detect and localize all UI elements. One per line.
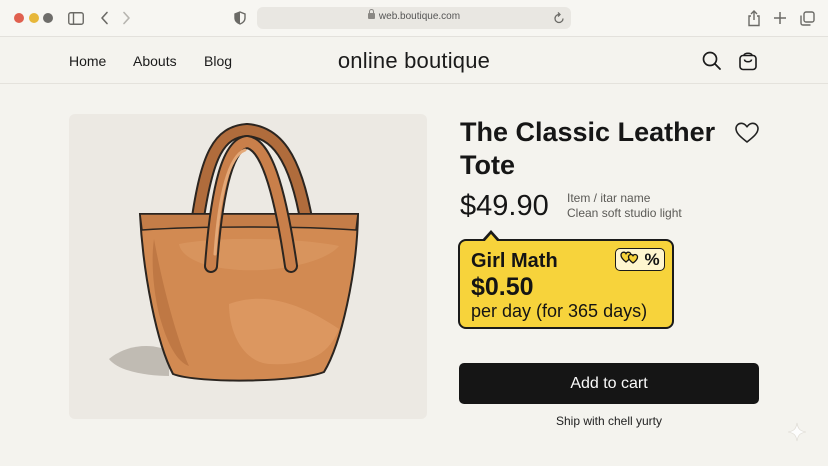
reload-icon[interactable] [553, 11, 565, 25]
search-icon[interactable] [701, 50, 723, 72]
lock-icon [367, 9, 375, 19]
minimize-window-button[interactable] [29, 13, 39, 23]
product-price: $49.90 [460, 190, 549, 222]
girl-math-callout: Girl Math $0.50 per day (for 365 days) % [458, 230, 674, 329]
promo-amount: $0.50 [471, 273, 534, 301]
product-meta-line1: Item / itar name [567, 191, 651, 205]
add-to-cart-button[interactable]: Add to cart [459, 363, 759, 404]
product-meta-line2: Clean soft studio light [567, 206, 682, 220]
product-meta: Item / itar name Clean soft studio light [567, 191, 682, 221]
zoom-window-button[interactable] [43, 13, 53, 23]
sparkle-icon [786, 421, 808, 443]
cart-icon[interactable] [737, 50, 759, 72]
url-text: web.boutique.com [378, 11, 461, 22]
close-window-button[interactable] [14, 13, 24, 23]
promo-badge-text: % [644, 249, 660, 269]
forward-icon[interactable] [119, 9, 133, 27]
tabs-icon[interactable] [799, 9, 815, 27]
sidebar-icon[interactable] [67, 9, 85, 27]
promo-badge: % [615, 248, 665, 271]
shipping-note: Ship with chell yurty [555, 414, 663, 428]
back-icon[interactable] [97, 9, 111, 27]
promo-note: per day (for 365 days) [471, 301, 648, 321]
product-title: The Classic Leather Tote [460, 117, 716, 180]
tote-bag-illustration [109, 122, 360, 382]
shield-icon[interactable] [232, 9, 248, 27]
plus-icon[interactable] [772, 9, 788, 27]
promo-title: Girl Math [471, 250, 558, 272]
heart-icon[interactable] [734, 121, 760, 145]
site-header: Home Abouts Blog online boutique [0, 38, 828, 84]
hearts-icon [620, 250, 640, 269]
product-image[interactable] [69, 114, 427, 419]
share-icon[interactable] [746, 9, 762, 27]
browser-toolbar: web.boutique.com [0, 0, 828, 37]
address-bar[interactable]: web.boutique.com [257, 7, 571, 29]
